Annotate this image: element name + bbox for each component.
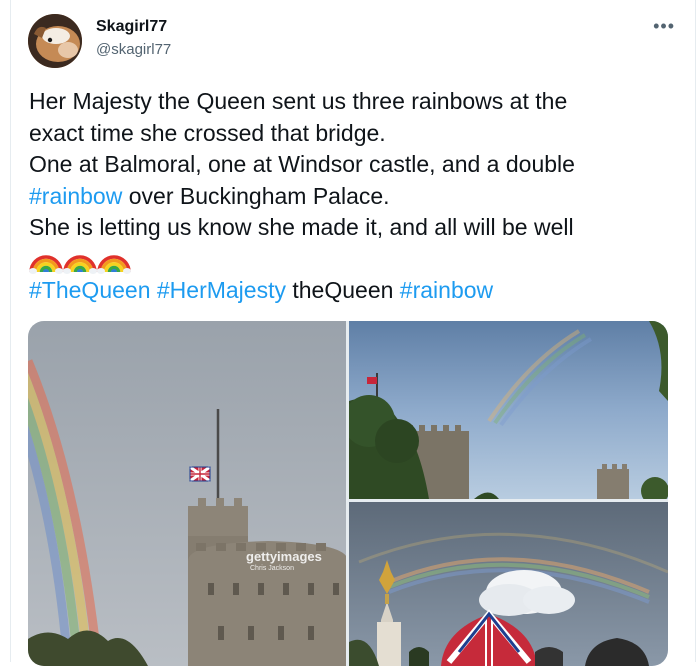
getty-watermark-credit: Chris Jackson [250,565,294,572]
media-grid: gettyimages Chris Jackson [28,321,668,666]
windsor-tower-rainbow-photo[interactable] [349,321,668,499]
tweet-line: Her Majesty the Queen sent us three rain… [29,88,568,114]
buckingham-palace-double-rainbow-photo[interactable] [349,502,668,666]
more-dots-icon[interactable]: ••• [653,16,675,37]
rainbow-emoji-icon [63,244,97,275]
hashtag-link[interactable]: #rainbow [400,277,493,303]
tweet-line: exact time she crossed that bridge. [29,119,386,146]
hashtag-link[interactable]: #rainbow [29,183,122,209]
tweet-text: Her Majesty the Queen sent us three rain… [29,86,679,306]
rainbow-emoji-icon [29,244,63,275]
tweet-line: One at Balmoral, one at Windsor castle, … [29,151,575,177]
hashtag-link[interactable]: #TheQueen [29,277,150,303]
rainbow-emoji-icon [97,244,131,275]
tweet-card[interactable]: Skagirl77 @skagirl77 ••• Her Majesty the… [10,0,696,666]
display-name[interactable]: Skagirl77 [96,18,167,36]
windsor-castle-rainbow-photo[interactable]: gettyimages Chris Jackson [28,321,346,666]
user-handle[interactable]: @skagirl77 [96,41,171,58]
hashtag-link[interactable]: #HerMajesty [157,277,286,303]
hashtag-line: #TheQueen #HerMajesty theQueen #rainbow [29,276,494,303]
tweet-line: #rainbow over Buckingham Palace. [29,182,390,209]
getty-watermark: gettyimages [246,549,322,564]
tweet-line: She is letting us know she made it, and … [29,214,574,240]
emoji-row [29,244,679,275]
avatar[interactable] [28,14,82,68]
